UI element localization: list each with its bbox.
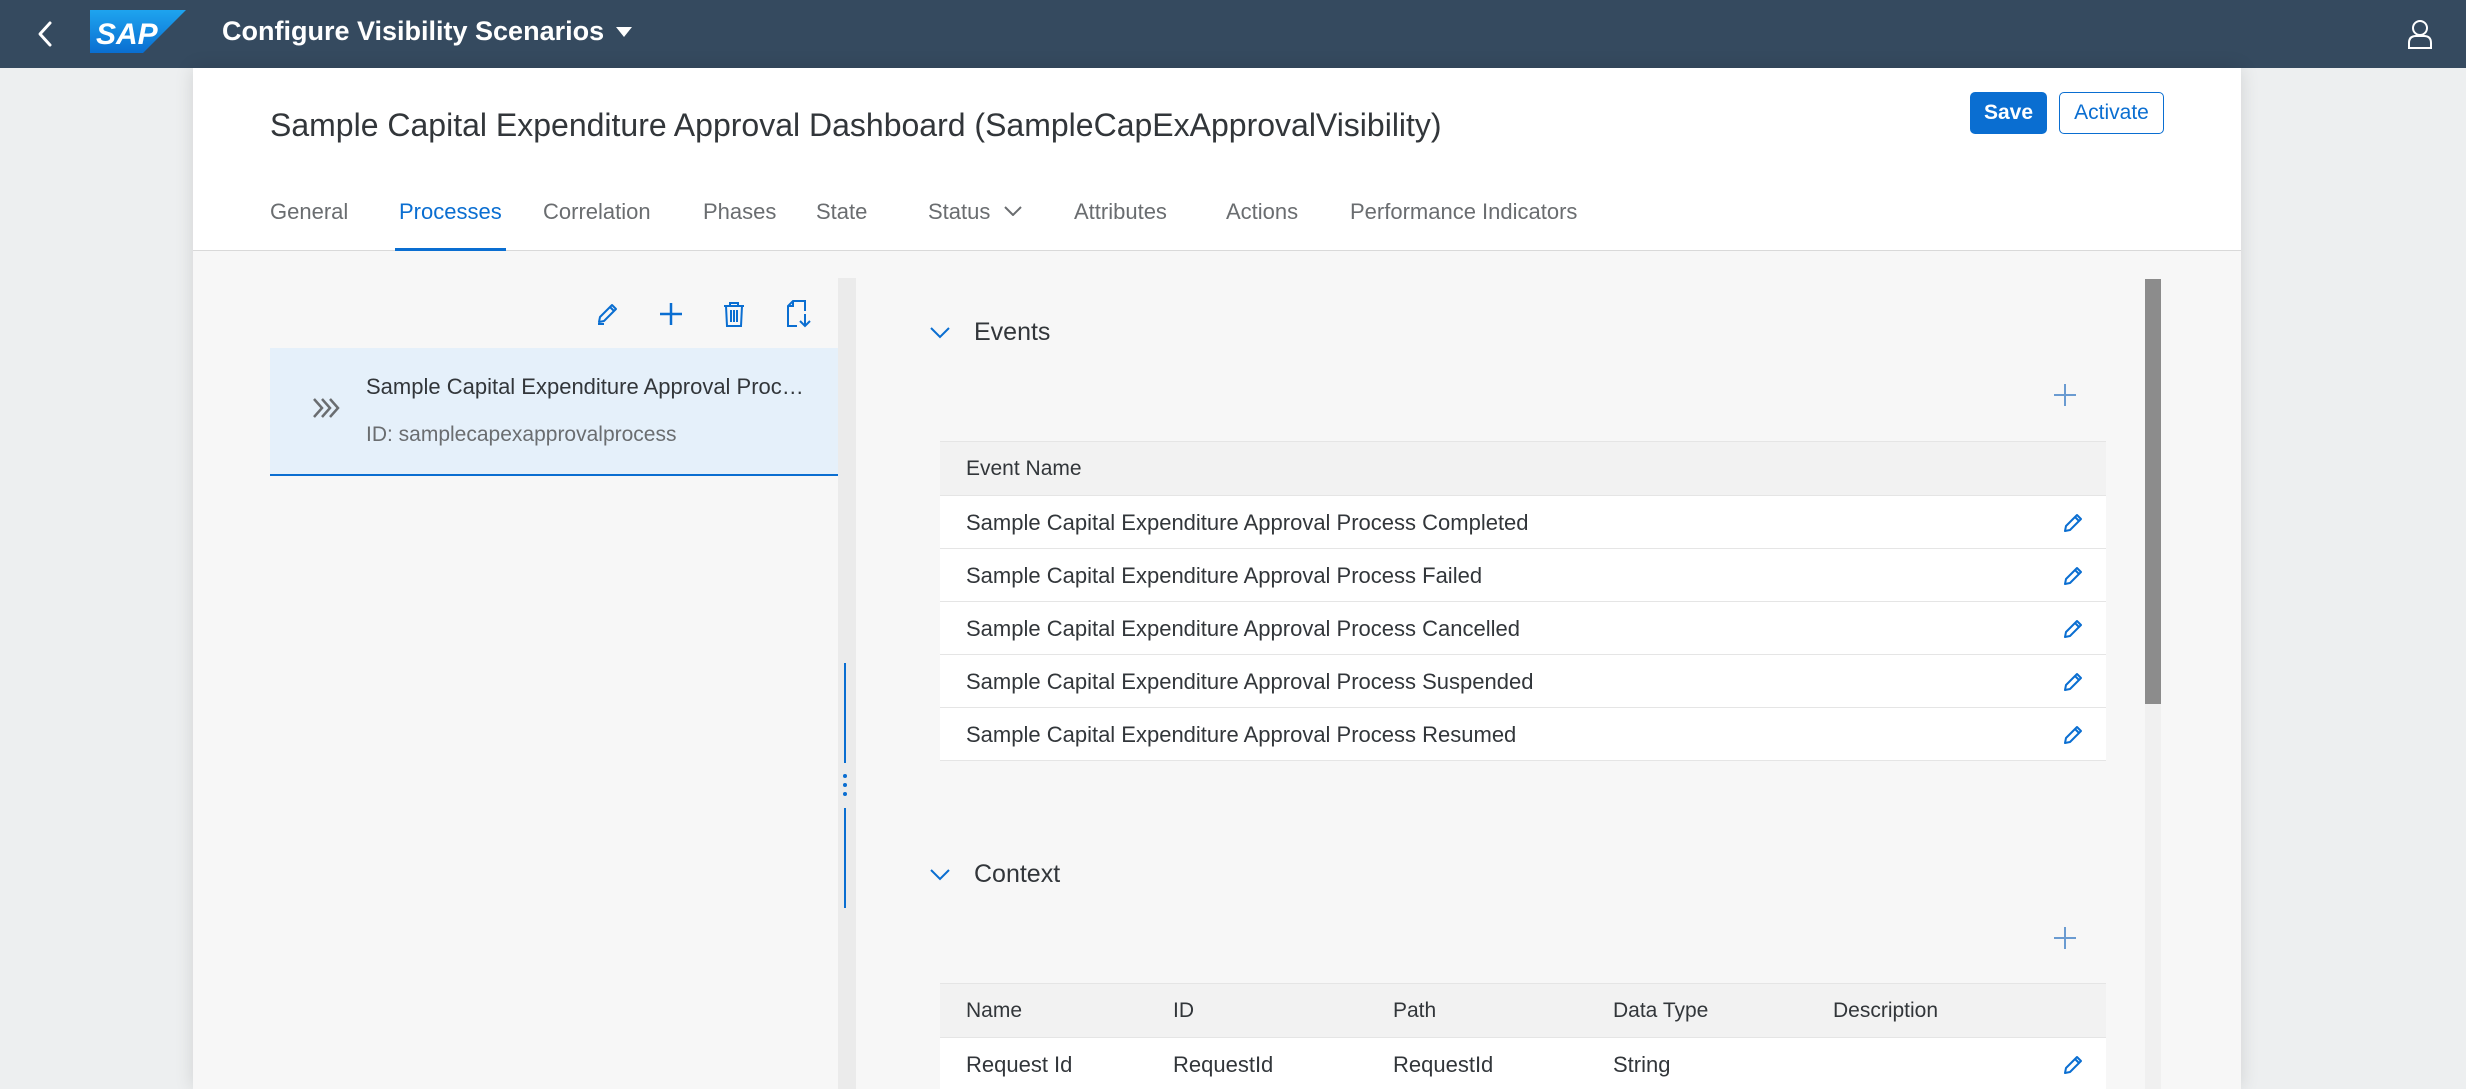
column-header-data-type: Data Type [1613, 999, 1709, 1022]
event-name-cell: Sample Capital Expenditure Approval Proc… [966, 616, 1520, 641]
event-name-cell: Sample Capital Expenditure Approval Proc… [966, 669, 1534, 694]
app-title: Configure Visibility Scenarios [222, 16, 605, 46]
process-chevrons-icon [313, 398, 340, 418]
back-icon [38, 21, 52, 47]
tab-processes[interactable]: Processes [395, 199, 506, 251]
table-row[interactable]: Sample Capital Expenditure Approval Proc… [940, 549, 2106, 602]
table-row[interactable]: Sample Capital Expenditure Approval Proc… [940, 655, 2106, 708]
events-table: Event Name Sample Capital Expenditure Ap… [940, 441, 2106, 761]
triangle-down-icon [616, 26, 633, 37]
column-header-event-name: Event Name [966, 457, 1082, 480]
edit-event-button[interactable] [2056, 718, 2090, 752]
page-header: Sample Capital Expenditure Approval Dash… [193, 68, 2241, 251]
table-row[interactable]: Request Id RequestId RequestId String [940, 1038, 2106, 1089]
tab-attributes[interactable]: Attributes [1074, 199, 1167, 251]
events-table-header: Event Name [940, 441, 2106, 496]
edit-event-button[interactable] [2056, 506, 2090, 540]
edit-event-button[interactable] [2056, 612, 2090, 646]
shell-bar: SAP Configure Visibility Scenarios [0, 0, 2466, 68]
context-table-header: Name ID Path Data Type Description [940, 983, 2106, 1038]
tab-general[interactable]: General [270, 199, 348, 251]
vertical-scrollbar[interactable] [2145, 279, 2161, 1089]
edit-icon [2064, 567, 2082, 585]
svg-text:SAP: SAP [96, 18, 159, 51]
process-id: ID: samplecapexapprovalprocess [366, 423, 677, 446]
add-icon [2054, 927, 2076, 949]
add-icon [660, 303, 682, 325]
tab-correlation[interactable]: Correlation [543, 199, 651, 251]
tab-status-label: Status [928, 199, 991, 224]
column-header-name: Name [966, 999, 1023, 1022]
events-section-toggle[interactable]: Events [930, 318, 1050, 347]
event-name-cell: Sample Capital Expenditure Approval Proc… [966, 722, 1517, 747]
context-section-title: Context [974, 860, 1061, 888]
edit-icon [2064, 1056, 2082, 1074]
edit-icon [2064, 726, 2082, 744]
context-section-toggle[interactable]: Context [930, 860, 1060, 889]
event-name-cell: Sample Capital Expenditure Approval Proc… [966, 563, 1483, 588]
events-section-title: Events [974, 318, 1051, 346]
process-details-panel: Events Event Name Sample Capital Expendi… [863, 278, 2211, 1089]
add-context-button[interactable] [2045, 918, 2085, 958]
context-path-cell: RequestId [1393, 1052, 1494, 1077]
chevron-down-icon [1004, 206, 1023, 216]
edit-icon [2064, 514, 2082, 532]
save-button[interactable]: Save [1970, 92, 2047, 134]
edit-event-button[interactable] [2056, 559, 2090, 593]
edit-icon [598, 304, 617, 325]
back-button[interactable] [28, 17, 62, 51]
add-event-button[interactable] [2045, 375, 2085, 415]
tab-actions[interactable]: Actions [1226, 199, 1298, 251]
scrollbar-thumb[interactable] [2145, 279, 2161, 704]
import-process-button[interactable] [778, 294, 818, 334]
delete-process-button[interactable] [714, 294, 754, 334]
chevron-down-icon [930, 326, 950, 338]
activate-button[interactable]: Activate [2059, 92, 2164, 134]
table-row[interactable]: Sample Capital Expenditure Approval Proc… [940, 708, 2106, 761]
sap-logo: SAP [90, 10, 186, 53]
add-icon [2054, 384, 2076, 406]
column-header-id: ID [1173, 999, 1194, 1022]
user-icon [2408, 20, 2432, 49]
context-name-cell: Request Id [966, 1052, 1073, 1077]
table-row[interactable]: Sample Capital Expenditure Approval Proc… [940, 602, 2106, 655]
panel-splitter[interactable] [838, 278, 856, 1089]
tab-performance-indicators[interactable]: Performance Indicators [1350, 199, 1577, 251]
chevron-down-icon [930, 868, 950, 880]
add-process-button[interactable] [651, 294, 691, 334]
object-page: Sample Capital Expenditure Approval Dash… [193, 68, 2241, 1089]
column-header-description: Description [1833, 999, 1939, 1022]
import-icon [787, 300, 811, 328]
tab-status[interactable]: Status [928, 199, 1023, 251]
page-title: Sample Capital Expenditure Approval Dash… [270, 107, 1442, 143]
splitter-grip-icon [841, 772, 849, 798]
process-name: Sample Capital Expenditure Approval Proc… [366, 374, 816, 399]
context-table: Name ID Path Data Type Description Reque… [940, 983, 2106, 1089]
context-id-cell: RequestId [1173, 1052, 1274, 1077]
column-header-path: Path [1393, 999, 1437, 1022]
event-name-cell: Sample Capital Expenditure Approval Proc… [966, 510, 1529, 535]
delete-icon [724, 302, 744, 327]
edit-context-button[interactable] [2056, 1048, 2090, 1082]
edit-process-button[interactable] [587, 294, 627, 334]
edit-icon [2064, 673, 2082, 691]
tab-phases[interactable]: Phases [703, 199, 776, 251]
process-list-panel: Sample Capital Expenditure Approval Proc… [193, 278, 838, 1089]
edit-event-button[interactable] [2056, 665, 2090, 699]
context-data-type-cell: String [1613, 1052, 1671, 1077]
process-list-item[interactable]: Sample Capital Expenditure Approval Proc… [270, 348, 838, 476]
user-button[interactable] [2400, 14, 2440, 54]
table-row[interactable]: Sample Capital Expenditure Approval Proc… [940, 496, 2106, 549]
app-title-menu[interactable]: Configure Visibility Scenarios [222, 16, 633, 47]
edit-icon [2064, 620, 2082, 638]
splitter-line-top [844, 663, 846, 763]
tab-state[interactable]: State [816, 199, 867, 251]
splitter-line-bottom [844, 808, 846, 908]
